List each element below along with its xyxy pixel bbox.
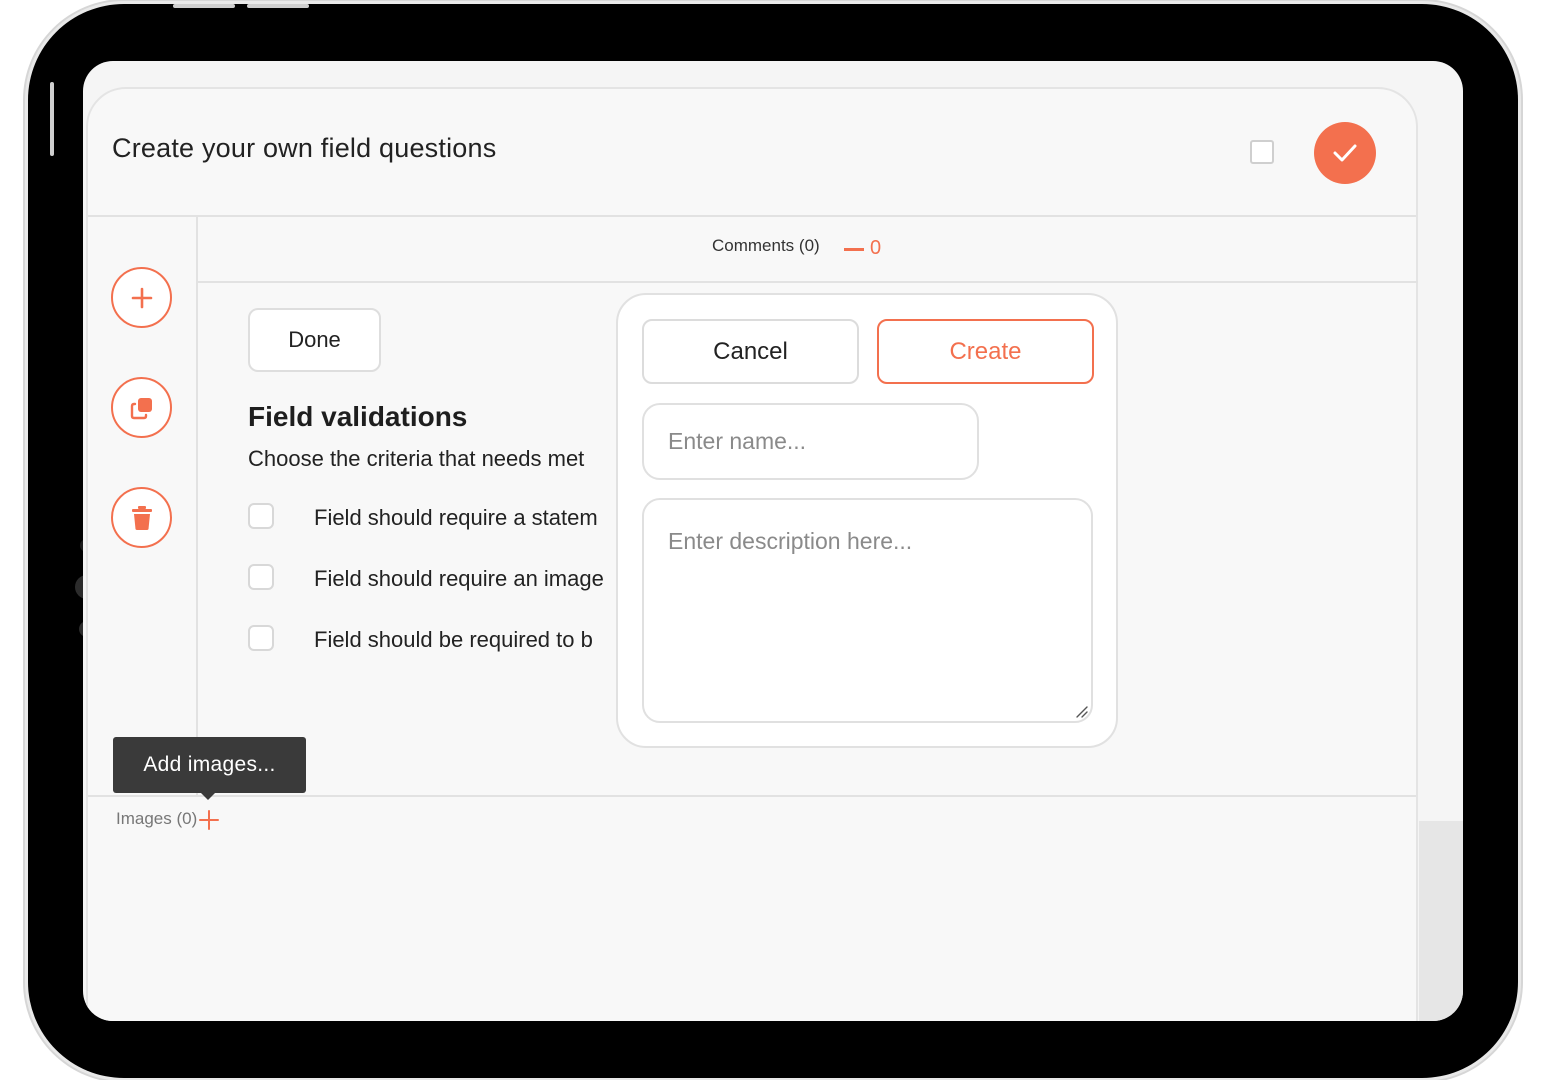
divider — [88, 795, 1416, 797]
add-images-tooltip: Add images... — [113, 737, 306, 793]
validation-checkbox[interactable] — [248, 503, 274, 529]
cancel-button[interactable]: Cancel — [642, 319, 859, 384]
copy-icon — [130, 397, 152, 419]
tooltip-arrow — [201, 793, 215, 800]
create-button[interactable]: Create — [877, 319, 1094, 384]
validation-label: Field should be required to b — [314, 627, 593, 652]
select-checkbox[interactable] — [1250, 140, 1274, 164]
action-rail — [88, 217, 198, 795]
description-input[interactable] — [642, 498, 1093, 723]
copy-button[interactable] — [111, 377, 172, 438]
comments-label: Comments (0) — [712, 236, 820, 255]
section-description: Choose the criteria that needs met — [248, 446, 585, 471]
delete-button[interactable] — [111, 487, 172, 548]
name-input[interactable] — [642, 403, 979, 480]
plus-icon — [131, 287, 152, 308]
question-card: Create your own field questions Comments… — [86, 87, 1418, 1021]
plus-icon[interactable] — [198, 809, 220, 831]
checkmark-icon — [1333, 144, 1357, 162]
validation-label: Field should require an image — [314, 566, 604, 591]
create-popup: Cancel Create — [616, 293, 1118, 748]
section-title: Field validations — [248, 401, 468, 432]
device-button — [50, 82, 54, 156]
card-header: Create your own field questions — [88, 89, 1416, 217]
done-button[interactable]: Done — [248, 308, 381, 372]
resize-handle-icon[interactable] — [1074, 704, 1088, 718]
page-title: Create your own field questions — [112, 133, 497, 163]
images-label: Images (0) — [116, 809, 198, 828]
validation-checkbox[interactable] — [248, 564, 274, 590]
confirm-button[interactable] — [1314, 122, 1376, 184]
comments-count: 0 — [870, 237, 882, 259]
comments-bar: Comments (0) 0 — [198, 217, 1418, 283]
validation-checkbox[interactable] — [248, 625, 274, 651]
app-screen: Create your own field questions Comments… — [83, 61, 1463, 1021]
trash-icon — [131, 505, 152, 530]
device-button — [173, 4, 235, 8]
validation-label: Field should require a statem — [314, 505, 598, 530]
minus-icon[interactable] — [844, 248, 864, 251]
add-button[interactable] — [111, 267, 172, 328]
device-button — [247, 4, 309, 8]
